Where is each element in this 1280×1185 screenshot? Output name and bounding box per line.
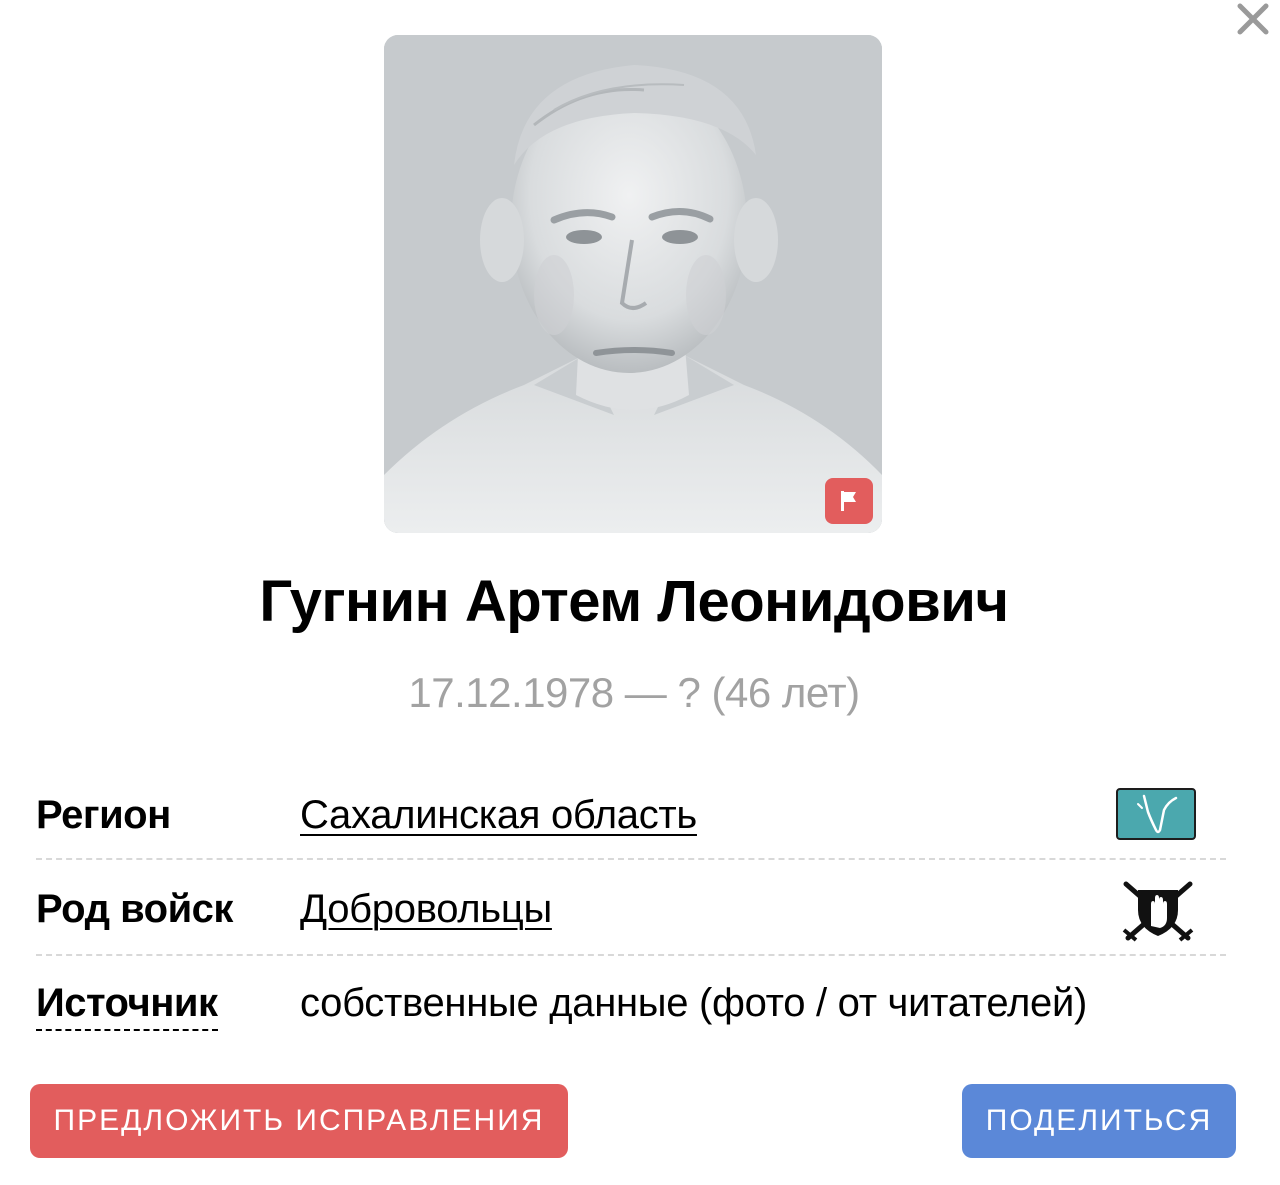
- source-value: собственные данные (фото / от читателей): [300, 981, 1088, 1025]
- close-button[interactable]: [1232, 0, 1276, 40]
- region-link[interactable]: Сахалинская область: [300, 793, 697, 837]
- source-label[interactable]: Источник: [36, 981, 218, 1031]
- troops-link[interactable]: Добровольцы: [300, 887, 552, 931]
- person-name: Гугнин Артем Леонидович: [259, 569, 1009, 634]
- close-icon: [1237, 3, 1269, 35]
- sakhalin-map-icon: [1116, 788, 1196, 840]
- region-label: Регион: [36, 793, 171, 837]
- separator: [36, 858, 1226, 860]
- flag-icon: [841, 491, 856, 511]
- suggest-corrections-button[interactable]: ПРЕДЛОЖИТЬ ИСПРАВЛЕНИЯ: [30, 1084, 568, 1158]
- life-dates: 17.12.1978 — ? (46 лет): [408, 669, 860, 716]
- portrait-photo: [384, 35, 882, 533]
- troops-label: Род войск: [36, 887, 233, 931]
- share-button[interactable]: ПОДЕЛИТЬСЯ: [962, 1084, 1236, 1158]
- separator: [36, 954, 1226, 956]
- report-flag-button[interactable]: [825, 478, 873, 524]
- volunteers-emblem-icon: [1120, 878, 1196, 942]
